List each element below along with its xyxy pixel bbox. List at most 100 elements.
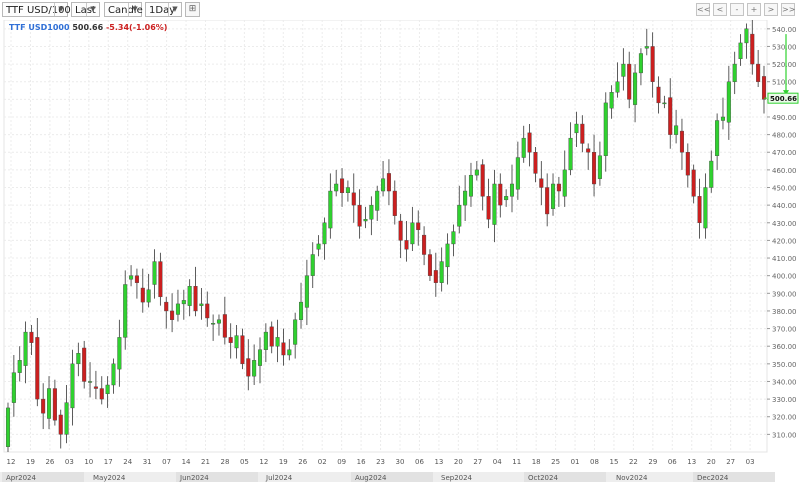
candle-body: [568, 137, 573, 171]
candle-body: [170, 310, 175, 320]
x-axis-day-label: 28: [220, 458, 229, 466]
candle-body: [498, 183, 503, 206]
chart-legend: TTF USD1000 500.66 -5.34(-1.06%): [9, 23, 167, 32]
candle-body: [275, 337, 280, 347]
candle-body: [263, 331, 268, 350]
y-axis-tick-label: 540.00: [772, 26, 797, 34]
candle-body: [41, 398, 46, 414]
x-axis-day-label: 20: [454, 458, 463, 466]
candle-body: [638, 53, 643, 74]
candle-body: [545, 187, 550, 215]
candle-body: [603, 102, 608, 156]
candle-body: [134, 275, 139, 283]
x-axis-day-label: 13: [687, 458, 696, 466]
y-axis-tick-label: 470.00: [772, 149, 797, 157]
nav-first-button[interactable]: <<: [696, 3, 710, 16]
y-axis-tick-label: 480.00: [772, 132, 797, 140]
legend-last-price: 500.66: [72, 23, 104, 32]
candle-body: [492, 183, 497, 225]
x-axis-day-label: 14: [182, 458, 191, 466]
candle-body: [193, 286, 198, 312]
candle-body: [527, 132, 532, 153]
x-axis-day-label: 26: [45, 458, 54, 466]
candle-body: [351, 192, 356, 206]
candle-body: [509, 183, 515, 197]
candle-body: [11, 372, 16, 403]
candle-body: [123, 284, 128, 338]
candle-body: [117, 337, 122, 370]
y-axis-tick-label: 380.00: [772, 308, 797, 316]
candle-body: [709, 160, 714, 188]
x-axis-month-label: Aug2024: [355, 474, 387, 482]
candle-body: [152, 261, 157, 285]
candle-body: [357, 204, 362, 227]
price-type-select[interactable]: Last ▼: [71, 2, 100, 17]
x-axis-day-label: 30: [396, 458, 405, 466]
chevron-down-icon: ▼: [168, 3, 181, 16]
candle-body: [627, 63, 632, 100]
candle-body: [738, 42, 743, 59]
candle-body: [521, 137, 526, 158]
x-axis-day-label: 19: [26, 458, 35, 466]
candle-body: [58, 414, 63, 435]
candle-body: [515, 157, 520, 190]
candle-body: [164, 301, 169, 312]
candle-body: [5, 407, 11, 447]
nav-next-button[interactable]: >: [764, 3, 778, 16]
candle-body: [691, 169, 696, 197]
candle-body: [281, 342, 286, 356]
x-axis-day-label: 15: [609, 458, 618, 466]
candle-body: [633, 72, 638, 105]
candle-body: [328, 190, 333, 229]
y-axis-tick-label: 370.00: [772, 326, 797, 334]
x-axis-day-label: 16: [357, 458, 366, 466]
y-axis-tick-label: 420.00: [772, 237, 797, 245]
x-axis-day-label: 12: [7, 458, 16, 466]
candle-body: [246, 358, 251, 377]
candle-body: [17, 360, 22, 373]
candle-body: [345, 187, 350, 194]
candle-body: [697, 196, 702, 223]
candle-body: [621, 63, 626, 77]
nav-last-button[interactable]: >>: [781, 3, 795, 16]
candle-body: [656, 86, 661, 104]
symbol-select[interactable]: TTF USD/100 ▼: [2, 2, 71, 17]
zoom-out-button[interactable]: -: [730, 3, 744, 16]
candle-body: [703, 187, 708, 229]
candlestick-chart[interactable]: 310.00 320.00 330.00 340.00 350.00 360.00 370.…: [0, 20, 800, 482]
interval-select[interactable]: 1Day ▼: [145, 2, 182, 17]
candle-body: [82, 347, 87, 382]
x-axis-day-label: 26: [298, 458, 307, 466]
y-axis-tick-label: 360.00: [772, 343, 797, 351]
candle-body: [129, 275, 134, 280]
x-axis-day-label: 27: [473, 458, 482, 466]
candle-body: [662, 102, 667, 105]
y-axis-tick-label: 350.00: [772, 361, 797, 369]
chart-style-select[interactable]: Candle ▼: [104, 2, 143, 17]
candle-body: [416, 222, 421, 231]
chart-settings-button[interactable]: ⊞: [185, 2, 200, 17]
x-axis-day-label: 29: [648, 458, 657, 466]
candle-body: [392, 190, 397, 216]
candle-body: [410, 222, 415, 245]
candle-body: [533, 152, 538, 174]
x-axis-day-label: 10: [84, 458, 93, 466]
candle-body: [99, 388, 104, 400]
y-axis-tick-label: 320.00: [772, 414, 797, 422]
x-axis-day-label: 12: [259, 458, 268, 466]
candle-body: [504, 196, 509, 201]
candle-body: [551, 183, 556, 209]
candle-body: [386, 173, 391, 192]
last-price-tag-label: 500.66: [770, 95, 797, 103]
x-axis-month-label: Nov2024: [616, 474, 648, 482]
candle-body: [47, 388, 52, 419]
y-axis-tick-label: 510.00: [772, 79, 797, 87]
nav-prev-button[interactable]: <: [713, 3, 727, 16]
candle-body: [111, 363, 116, 386]
y-axis-tick-label: 460.00: [772, 167, 797, 175]
candle-body: [439, 261, 444, 283]
x-axis-day-label: 03: [65, 458, 74, 466]
candle-body: [222, 314, 227, 338]
zoom-in-button[interactable]: +: [747, 3, 761, 16]
y-axis-tick-label: 390.00: [772, 290, 797, 298]
